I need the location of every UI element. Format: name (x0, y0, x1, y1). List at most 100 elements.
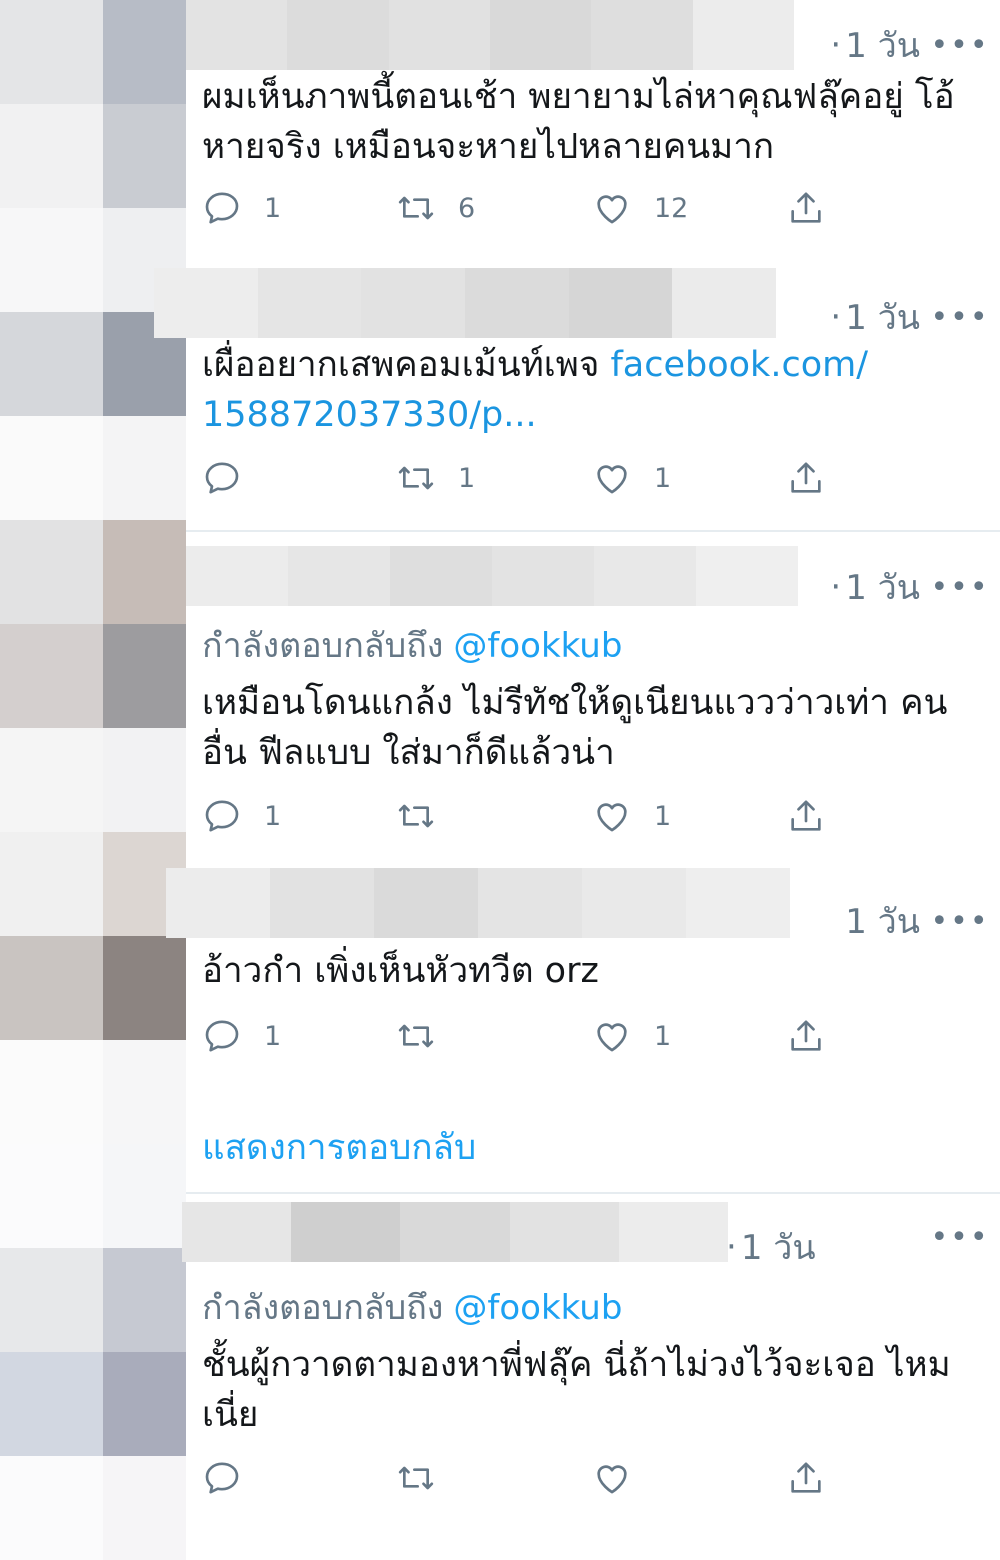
avatar-pixel (0, 0, 103, 104)
tweet-meta-more: ••• (920, 1220, 1000, 1255)
more-icon[interactable]: ••• (920, 904, 1000, 939)
blurred-username (166, 868, 790, 938)
reply-icon (205, 192, 239, 224)
avatar-pixel (103, 104, 186, 208)
action-bar: 1 6 12 (202, 186, 842, 230)
replying-to-label: กำลังตอบกลับถึง (202, 626, 444, 666)
action-bar (202, 1456, 842, 1500)
share-icon (791, 1020, 821, 1051)
retweet-icon (398, 1024, 434, 1048)
retweet-button[interactable]: 6 (396, 186, 475, 230)
blurred-username (182, 1202, 729, 1262)
avatar-pixel (0, 728, 103, 832)
more-icon[interactable]: ••• (920, 570, 1000, 605)
like-button[interactable] (592, 1456, 654, 1500)
tweet-text: ชั้นผู้กวาดตามองหาพี่ฟลุ๊ค นี่ถ้าไม่วงไว… (202, 1345, 951, 1435)
reply-handle[interactable]: @fookkub (453, 626, 622, 666)
like-button[interactable]: 1 (592, 456, 671, 500)
share-icon (791, 1462, 821, 1493)
action-bar: 1 1 (202, 456, 842, 500)
timestamp: 1 วัน (845, 902, 920, 942)
share-icon (791, 192, 821, 223)
timestamp: 1 วัน (740, 1228, 816, 1268)
share-button[interactable] (786, 1014, 826, 1058)
timestamp: 1 วัน (845, 26, 920, 66)
avatar-pixel (103, 624, 186, 728)
share-button[interactable] (786, 1456, 826, 1500)
retweet-button[interactable] (396, 1014, 458, 1058)
tweet-text: เผื่ออยากเสพคอมเม้นท์เพจ facebook.com/ 1… (202, 340, 900, 440)
avatar-pixel (0, 832, 103, 936)
avatar-pixel (103, 936, 186, 1040)
more-icon[interactable]: ••• (920, 28, 1000, 63)
reply-count: 1 (264, 1020, 282, 1052)
reply-button[interactable] (202, 456, 264, 500)
tweet-meta: · 1 วัน (726, 1220, 816, 1274)
avatar-pixel (103, 1040, 186, 1144)
reply-button[interactable] (202, 1456, 264, 1500)
retweet-button[interactable] (396, 1456, 458, 1500)
avatar-pixel (0, 936, 103, 1040)
like-count: 1 (654, 800, 672, 832)
like-button[interactable]: 1 (592, 1014, 671, 1058)
tweet-text: เหมือนโดนแกล้ง ไม่รีทัชให้ดูเนียนแววว่าว… (202, 683, 948, 773)
tweet-text: อ้าวกำ เพิ่งเห็นหัวทวีต orz (202, 951, 599, 991)
avatar-pixel (103, 0, 186, 104)
tweet-4[interactable]: 1 วัน ••• อ้าวกำ เพิ่งเห็นหัวทวีต orz 1 … (166, 830, 1000, 1090)
avatar-pixel (0, 1456, 103, 1560)
avatar-pixel (0, 1040, 103, 1144)
reply-icon (205, 462, 239, 494)
avatar-pixel (0, 1352, 103, 1456)
avatar-pixel (103, 520, 186, 624)
tweet-5[interactable]: · 1 วัน ••• กำลังตอบกลับถึง @fookkub ชั้นผ… (182, 1192, 1000, 1530)
avatar-pixel (103, 728, 186, 832)
more-icon[interactable]: ••• (920, 300, 1000, 335)
like-icon (597, 195, 627, 224)
retweet-icon (398, 1466, 434, 1490)
timestamp: 1 วัน (845, 298, 920, 338)
share-button[interactable] (786, 186, 826, 230)
avatar-pixel (103, 1248, 186, 1352)
like-icon (597, 1465, 627, 1494)
reply-count: 1 (264, 192, 282, 224)
tweet-2[interactable]: · 1 วัน ••• เผื่ออยากเสพคอมเม้นท์เพจ face… (154, 260, 1000, 530)
like-count: 1 (654, 462, 672, 494)
more-icon[interactable]: ••• (920, 1220, 1000, 1255)
like-button[interactable]: 12 (592, 186, 688, 230)
reply-button[interactable]: 1 (202, 1014, 281, 1058)
avatar-pixel (0, 520, 103, 624)
retweet-count: 6 (458, 192, 476, 224)
tweet-1[interactable]: · 1 วัน ••• ผมเห็นภาพนี้ตอนเช้า พยายามไล่… (186, 0, 1000, 260)
tweet-3[interactable]: · 1 วัน ••• กำลังตอบกลับถึง @fookkub เหมือ… (186, 530, 1000, 832)
share-icon (791, 462, 821, 493)
reply-icon (205, 1020, 239, 1052)
tweet-meta: · 1 วัน ••• (830, 18, 1000, 72)
tweet-meta: 1 วัน ••• (845, 894, 1000, 948)
tweet-text: ผมเห็นภาพนี้ตอนเช้า พยายามไล่หาคุณฟลุ๊คอ… (202, 77, 955, 167)
avatar-pixel (0, 312, 103, 416)
tweet-text-body: เผื่ออยากเสพคอมเม้นท์เพจ (202, 345, 611, 385)
replying-to: กำลังตอบกลับถึง @fookkub (202, 618, 622, 672)
avatar-pixel (103, 416, 186, 520)
avatar-pixel (0, 1248, 103, 1352)
tweet-meta: · 1 วัน ••• (830, 290, 1000, 344)
avatar-pixel (0, 208, 103, 312)
retweet-button[interactable]: 1 (396, 456, 475, 500)
avatar-pixel (0, 104, 103, 208)
retweet-icon (398, 466, 434, 490)
show-replies-link[interactable]: แสดงการตอบกลับ (202, 1120, 476, 1175)
avatar-pixel (103, 1144, 186, 1248)
action-bar: 1 1 (202, 1014, 842, 1058)
avatar-pixel (103, 1352, 186, 1456)
blurred-username (154, 268, 777, 338)
like-icon (597, 1023, 627, 1052)
reply-button[interactable]: 1 (202, 186, 281, 230)
reply-icon (205, 1462, 239, 1494)
retweet-icon (398, 196, 434, 220)
avatar-pixel (103, 1456, 186, 1560)
replying-to: กำลังตอบกลับถึง @fookkub (202, 1280, 622, 1334)
share-button[interactable] (786, 456, 826, 500)
blurred-username (186, 0, 794, 70)
reply-handle[interactable]: @fookkub (453, 1288, 622, 1328)
like-count: 12 (654, 192, 689, 224)
